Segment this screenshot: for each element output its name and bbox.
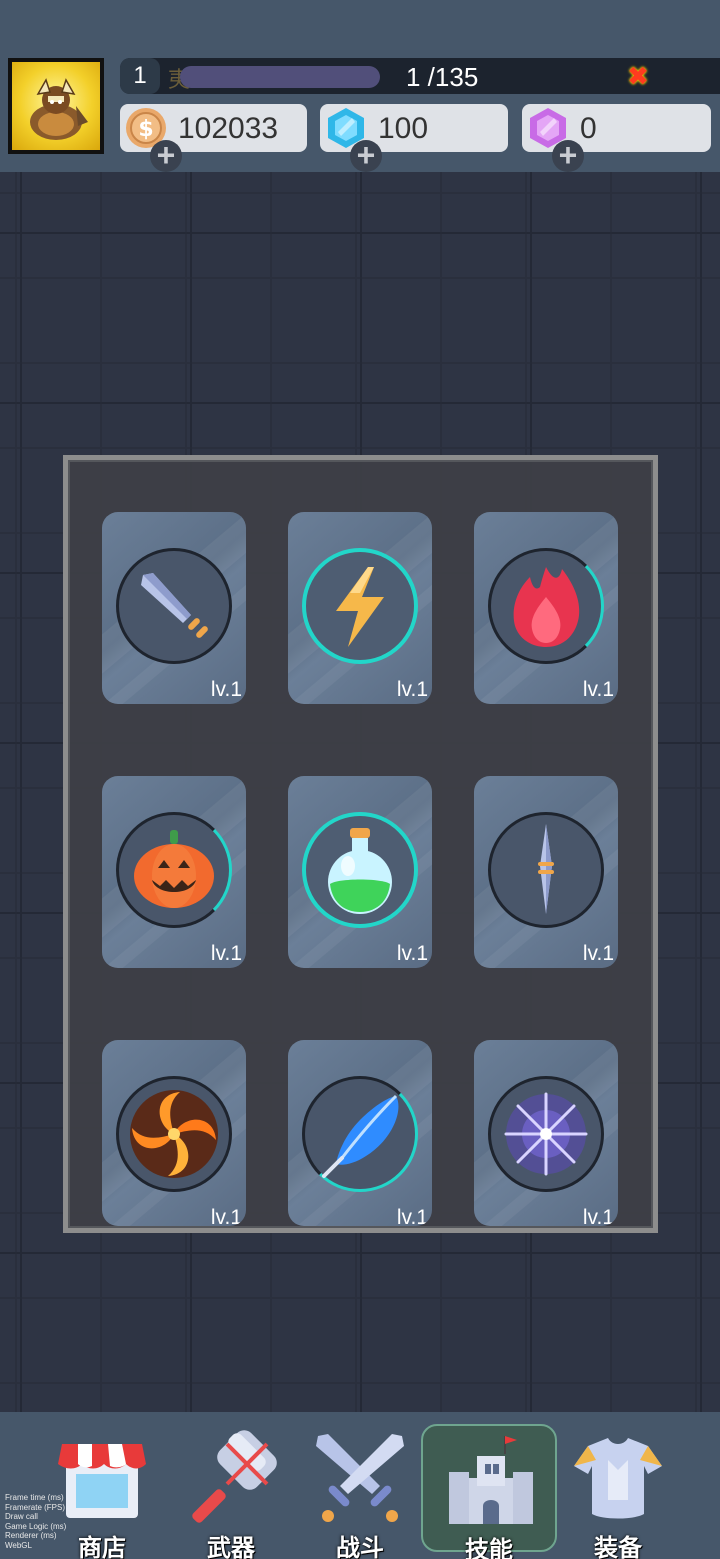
skill-panel: lv.1 lv.1 lv.1 lv.1 lv.1 lv.1 lv.1 lv.1 … — [63, 455, 658, 1233]
svg-text:$: $ — [138, 117, 153, 142]
diamond-value: 100 — [378, 112, 429, 145]
skill-card-dart[interactable]: lv.1 — [474, 776, 618, 968]
debug-line: Game Logic (ms) — [5, 1521, 67, 1531]
fire-vortex-icon — [130, 1090, 218, 1178]
skill-slot — [302, 548, 418, 664]
potion-icon — [328, 828, 392, 914]
skill-card-potion[interactable]: lv.1 — [288, 776, 432, 968]
skill-slot — [302, 812, 418, 928]
skill-level: lv.1 — [210, 942, 242, 965]
pumpkin-icon — [134, 830, 214, 908]
skill-level: lv.1 — [582, 942, 614, 965]
nav-label-weapon: 武器 — [207, 1535, 255, 1559]
nav-skill[interactable]: 技能 — [421, 1424, 557, 1559]
armor-icon — [574, 1438, 662, 1519]
dart-icon — [538, 824, 554, 914]
skill-card-sword[interactable]: lv.1 — [102, 512, 246, 704]
player-level: 1 — [120, 58, 160, 94]
skill-level: lv.1 — [582, 1206, 614, 1226]
xp-progress-bar — [180, 66, 380, 88]
nav-weapon[interactable]: 武器 — [163, 1424, 299, 1559]
nav-label-skill: 技能 — [465, 1537, 513, 1559]
skill-slot — [488, 548, 604, 664]
skill-card-lightning[interactable]: lv.1 — [288, 512, 432, 704]
xp-row: 夷 1 1 /135 ✖ — [120, 58, 720, 94]
skill-level: lv.1 — [210, 678, 242, 701]
sword-icon — [141, 573, 208, 638]
skill-card-starburst[interactable]: lv.1 — [474, 1040, 618, 1226]
nav-battle[interactable]: 战斗 — [292, 1424, 428, 1559]
skill-card-fire-vortex[interactable]: lv.1 — [102, 1040, 246, 1226]
skill-slot — [302, 1076, 418, 1192]
add-gem-button[interactable]: + — [552, 139, 584, 172]
hammer-icon — [192, 1430, 277, 1523]
skill-level: lv.1 — [396, 678, 428, 701]
debug-line: Renderer (ms) — [5, 1531, 57, 1540]
skill-level: lv.1 — [396, 1206, 428, 1226]
gem-counter: 0 + — [522, 104, 711, 172]
flame-icon — [513, 567, 580, 647]
skill-level: lv.1 — [582, 678, 614, 701]
skill-slot — [488, 812, 604, 928]
player-avatar[interactable] — [8, 58, 104, 154]
crossed-swords-icon — [316, 1434, 404, 1522]
skill-slot — [116, 812, 232, 928]
nav-equipment[interactable]: 装备 — [550, 1424, 686, 1559]
coin-counter: $ 102033 + — [120, 104, 307, 172]
skill-level: lv.1 — [396, 942, 428, 965]
skill-slot — [116, 1076, 232, 1192]
diamond-counter: 100 + — [320, 104, 508, 172]
top-bar: 夷 1 1 /135 ✖ $ 102033 + 100 + 0 + — [0, 0, 720, 172]
lightning-icon — [336, 567, 384, 647]
debug-line: Framerate (FPS) — [5, 1502, 66, 1512]
skill-card-feather[interactable]: lv.1 — [288, 1040, 432, 1226]
skill-level: lv.1 — [210, 1206, 242, 1226]
add-diamond-button[interactable]: + — [350, 139, 382, 172]
debug-line: Draw call — [5, 1512, 38, 1521]
skill-slot — [116, 548, 232, 664]
starburst-icon — [504, 1092, 588, 1176]
nav-label-equipment: 装备 — [594, 1535, 642, 1559]
gem-value: 0 — [580, 112, 597, 145]
warrior-portrait-icon — [30, 78, 88, 140]
skill-card-pumpkin[interactable]: lv.1 — [102, 776, 246, 968]
skill-slot — [488, 1076, 604, 1192]
bottom-nav: 商店 武器 战斗 技能 装备 — [0, 1412, 720, 1559]
coin-value: 102033 — [178, 112, 279, 145]
xp-text: 1 /135 — [406, 62, 479, 92]
debug-line: WebGL — [5, 1540, 32, 1550]
skill-card-flame[interactable]: lv.1 — [474, 512, 618, 704]
feather-icon — [322, 1094, 399, 1178]
castle-icon — [449, 1436, 533, 1524]
close-x-icon[interactable]: ✖ — [625, 63, 651, 89]
shop-icon — [58, 1444, 146, 1518]
debug-line: Frame time (ms) — [5, 1493, 64, 1502]
add-coin-button[interactable]: + — [150, 139, 182, 172]
debug-overlay: Frame time (ms) Framerate (FPS) Draw cal… — [5, 1493, 66, 1550]
nav-label-battle: 战斗 — [336, 1535, 384, 1559]
